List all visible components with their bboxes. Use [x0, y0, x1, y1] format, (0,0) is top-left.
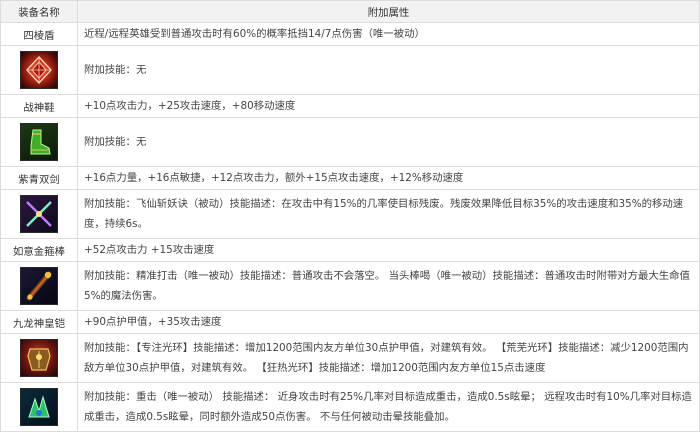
table-header-row: 装备名称 附加属性: [0, 0, 700, 23]
table-row: 四棱盾 近程/远程英雄受到普通攻击时有60%的概率抵挡14/7点伤害（唯一被动）: [0, 22, 700, 46]
equipment-skill: 附加技能：无: [77, 117, 700, 167]
table-row: 附加技能：无: [0, 45, 700, 95]
equipment-table: 装备名称 附加属性 四棱盾 近程/远程英雄受到普通攻击时有60%的概率抵挡14/…: [0, 0, 700, 432]
table-row: 附加技能：重击（唯一被动） 技能描述： 近身攻击时有25%几率对目标造成重击，造…: [0, 382, 700, 432]
green-claw-icon: [20, 388, 58, 426]
equipment-stats: +90点护甲值，+35攻击速度: [77, 310, 700, 334]
table-row: 附加技能：飞仙斩妖诀（被动）技能描述：在攻击中有15%的几率使目标残废。残废效果…: [0, 189, 700, 239]
table-row: 战神鞋 +10点攻击力，+25攻击速度，+80移动速度: [0, 94, 700, 118]
table-row: 九龙神皇铠 +90点护甲值，+35攻击速度: [0, 310, 700, 334]
equipment-name: 如意金箍棒: [0, 238, 78, 262]
equipment-skill: 附加技能：【专注光环】技能描述：增加1200范围内友方单位30点护甲值，对建筑有…: [77, 333, 700, 383]
table-row: 如意金箍棒 +52点攻击力 +15攻击速度: [0, 238, 700, 262]
equipment-stats: +16点力量，+16点敏捷，+12点攻击力，额外+15点攻击速度，+12%移动速…: [77, 166, 700, 190]
equipment-name: 紫青双剑: [0, 166, 78, 190]
equipment-name: 四棱盾: [0, 22, 78, 46]
equipment-stats: +52点攻击力 +15攻击速度: [77, 238, 700, 262]
equipment-skill: 附加技能：重击（唯一被动） 技能描述： 近身攻击时有25%几率对目标造成重击，造…: [77, 382, 700, 432]
equipment-skill: 附加技能：无: [77, 45, 700, 95]
table-row: 紫青双剑 +16点力量，+16点敏捷，+12点攻击力，额外+15点攻击速度，+1…: [0, 166, 700, 190]
equipment-name: 战神鞋: [0, 94, 78, 118]
header-equipment-name: 装备名称: [0, 0, 78, 23]
table-row: 附加技能：【专注光环】技能描述：增加1200范围内友方单位30点护甲值，对建筑有…: [0, 333, 700, 383]
twin-swords-icon: [20, 195, 58, 233]
table-row: 附加技能：无: [0, 117, 700, 167]
dragon-armor-icon: [20, 339, 58, 377]
equipment-stats: +10点攻击力，+25攻击速度，+80移动速度: [77, 94, 700, 118]
equipment-skill: 附加技能：飞仙斩妖诀（被动）技能描述：在攻击中有15%的几率使目标残废。残废效果…: [77, 189, 700, 239]
green-boots-icon: [20, 123, 58, 161]
equipment-skill: 附加技能：精准打击（唯一被动）技能描述：普通攻击不会落空。 当头棒喝（唯一被动）…: [77, 261, 700, 311]
crystal-shield-icon: [20, 51, 58, 89]
table-row: 附加技能：精准打击（唯一被动）技能描述：普通攻击不会落空。 当头棒喝（唯一被动）…: [0, 261, 700, 311]
header-attributes: 附加属性: [77, 0, 700, 23]
golden-staff-icon: [20, 267, 58, 305]
equipment-stats: 近程/远程英雄受到普通攻击时有60%的概率抵挡14/7点伤害（唯一被动）: [77, 22, 700, 46]
equipment-name: 九龙神皇铠: [0, 310, 78, 334]
